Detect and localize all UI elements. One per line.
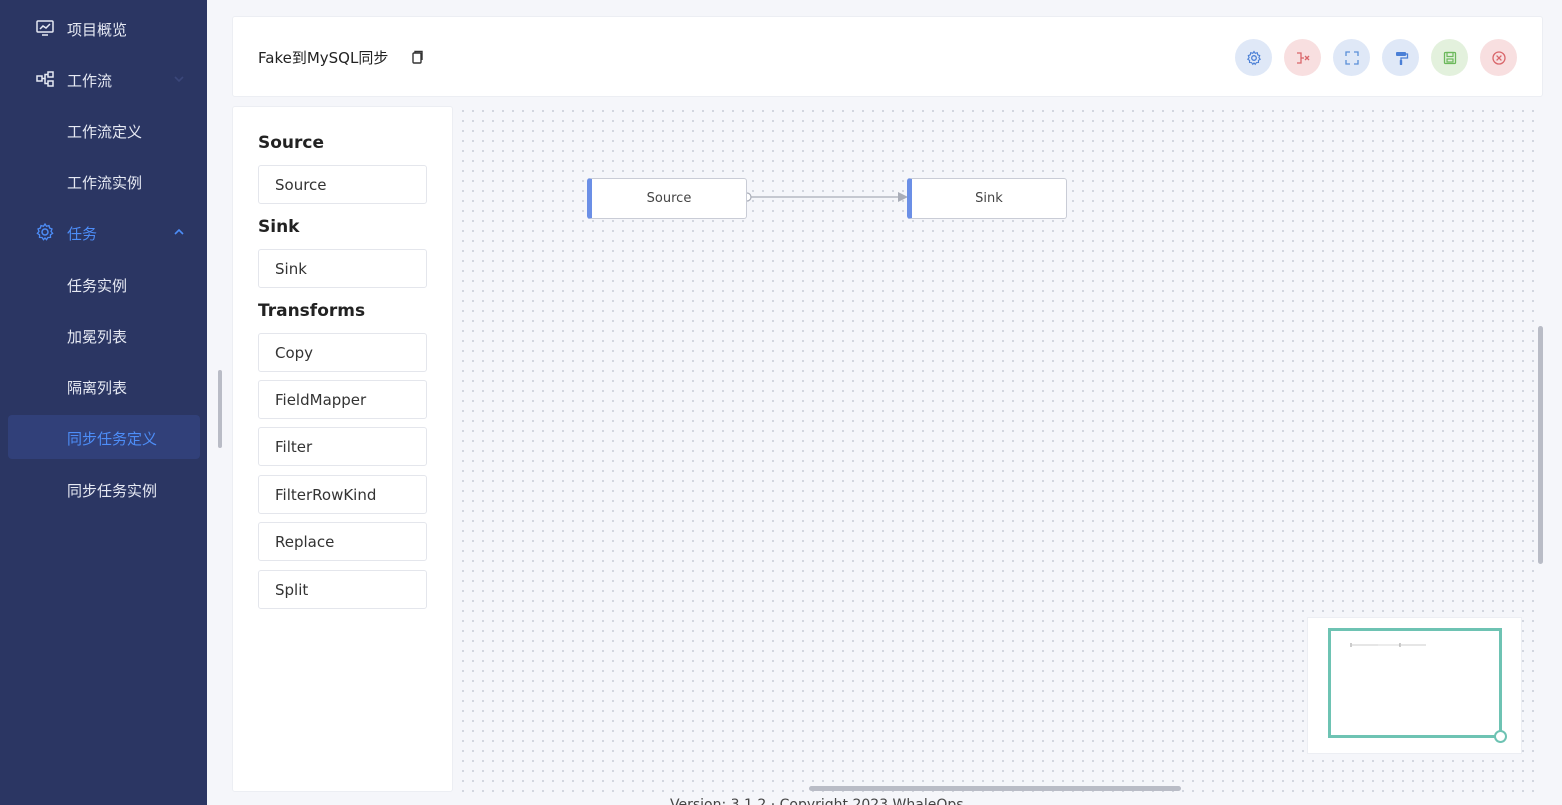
save-button[interactable] [1431, 39, 1468, 76]
category-title-source: Source [258, 133, 325, 153]
format-brush-icon [1395, 51, 1408, 65]
canvas-horizontal-scrollbar[interactable] [809, 786, 1181, 791]
sidebar-item-label: 任务 [67, 225, 98, 243]
sidebar-scrollbar[interactable] [218, 370, 222, 448]
format-button[interactable] [1382, 39, 1419, 76]
sidebar: 项目概览 工作流 工作流定义 工作流实例 任务 任务实例 加冕列表 隔离列表 同… [0, 0, 207, 805]
minimap-resize-handle[interactable] [1494, 730, 1507, 743]
sidebar-item-isolation-list[interactable]: 隔离列表 [0, 364, 207, 408]
palette-item-sink[interactable]: Sink [258, 249, 427, 288]
sidebar-item-label: 工作流定义 [67, 123, 143, 141]
palette-item-split[interactable]: Split [258, 570, 427, 609]
sidebar-item-workflow[interactable]: 工作流 [0, 57, 207, 101]
footer-version: Version: 3.1.2 · Copyright 2023 WhaleOps [670, 797, 964, 805]
palette-item-filterrowkind[interactable]: FilterRowKind [258, 475, 427, 514]
disconnect-icon [1296, 51, 1309, 64]
sidebar-item-workflow-definition[interactable]: 工作流定义 [0, 108, 207, 152]
editor-header: Fake到MySQL同步 [232, 16, 1543, 97]
monitor-chart-icon [36, 20, 54, 36]
copy-icon[interactable] [409, 49, 425, 65]
delete-edge-button[interactable] [1284, 39, 1321, 76]
sidebar-item-task[interactable]: 任务 [0, 210, 207, 254]
palette-item-replace[interactable]: Replace [258, 522, 427, 561]
sidebar-item-workflow-instance[interactable]: 工作流实例 [0, 159, 207, 203]
gear-icon [36, 222, 54, 241]
sidebar-item-label: 工作流实例 [67, 174, 143, 192]
canvas-vertical-scrollbar[interactable] [1538, 326, 1543, 564]
sidebar-item-task-instance[interactable]: 任务实例 [0, 262, 207, 306]
palette-item-filter[interactable]: Filter [258, 427, 427, 466]
close-circle-icon [1491, 50, 1506, 65]
save-icon [1443, 51, 1456, 64]
workflow-icon [36, 71, 54, 87]
sidebar-item-project-overview[interactable]: 项目概览 [0, 6, 207, 50]
palette-item-source[interactable]: Source [258, 165, 427, 204]
sidebar-item-label: 工作流 [67, 72, 113, 90]
minimap-viewport[interactable] [1328, 628, 1502, 738]
palette-item-copy[interactable]: Copy [258, 333, 427, 372]
dag-node-sink[interactable]: Sink [907, 178, 1067, 219]
sidebar-item-crown-list[interactable]: 加冕列表 [0, 313, 207, 357]
sidebar-item-sync-task-definition[interactable]: 同步任务定义 [8, 415, 200, 459]
fullscreen-button[interactable] [1333, 39, 1370, 76]
node-palette: Source Source Sink Sink Transforms Copy … [232, 106, 453, 792]
close-button[interactable] [1480, 39, 1517, 76]
fullscreen-icon [1344, 50, 1359, 65]
settings-button[interactable] [1235, 39, 1272, 76]
gear-icon [1246, 50, 1261, 65]
dag-node-source[interactable]: Source [587, 178, 747, 219]
sidebar-item-label: 隔离列表 [67, 379, 128, 397]
task-title: Fake到MySQL同步 [258, 49, 389, 67]
category-title-transforms: Transforms [258, 301, 366, 321]
chevron-up-icon [174, 228, 184, 235]
sidebar-item-label: 加冕列表 [67, 328, 128, 346]
sidebar-item-label: 同步任务实例 [67, 482, 158, 500]
category-title-sink: Sink [258, 217, 300, 237]
sidebar-item-label: 任务实例 [67, 277, 128, 295]
minimap[interactable] [1307, 617, 1522, 754]
palette-item-fieldmapper[interactable]: FieldMapper [258, 380, 427, 419]
chevron-down-icon [174, 76, 184, 83]
sidebar-item-label: 项目概览 [67, 21, 128, 39]
sidebar-item-label: 同步任务定义 [67, 430, 158, 448]
sidebar-item-sync-task-instance[interactable]: 同步任务实例 [0, 467, 207, 511]
